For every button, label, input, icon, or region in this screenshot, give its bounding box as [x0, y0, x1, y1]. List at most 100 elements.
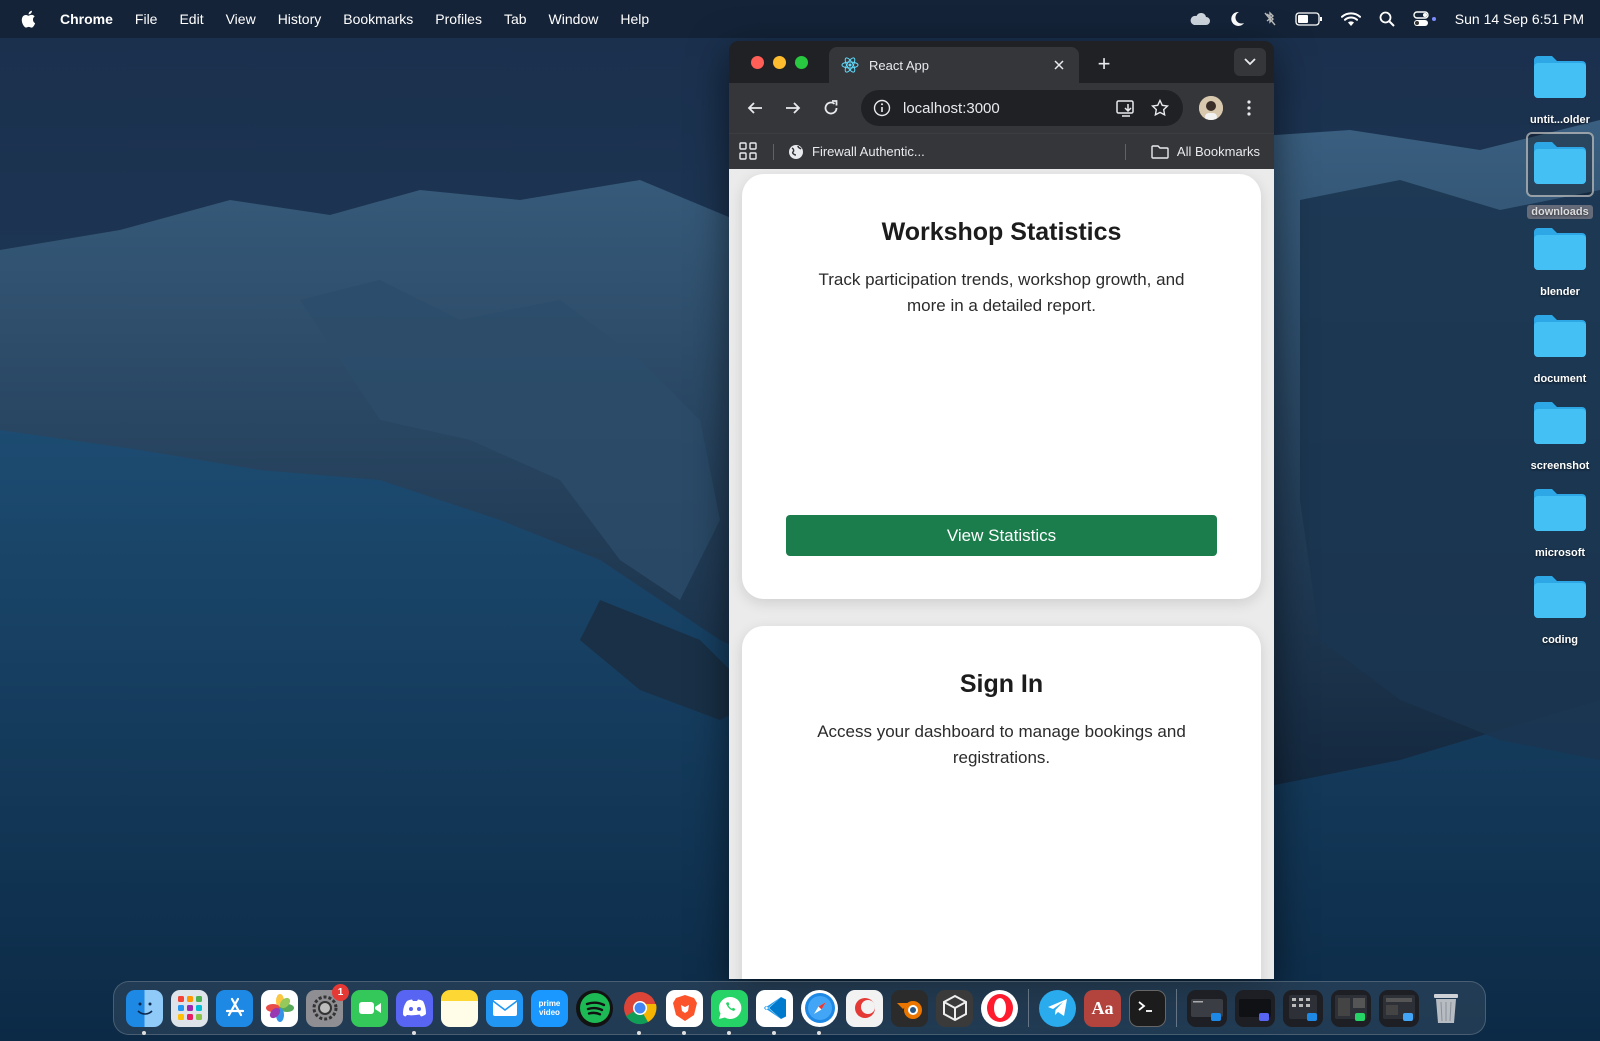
folder-icon [1534, 489, 1586, 531]
menu-bar: Chrome File Edit View History Bookmarks … [0, 0, 1600, 38]
menu-bookmarks[interactable]: Bookmarks [343, 11, 413, 27]
dock-divider [1028, 989, 1029, 1027]
more-menu-icon[interactable] [1237, 96, 1261, 120]
dictionary-icon[interactable]: Aa [1084, 989, 1121, 1027]
card-title: Sign In [959, 670, 1044, 698]
zoom-window-button[interactable] [795, 56, 808, 69]
dock-divider [1176, 989, 1177, 1027]
launchpad-icon[interactable] [171, 989, 208, 1027]
search-icon[interactable] [1379, 11, 1395, 27]
menu-clock[interactable]: Sun 14 Sep 6:51 PM [1455, 11, 1584, 27]
system-settings-icon[interactable]: 1 [306, 983, 349, 1027]
opera-icon[interactable] [981, 989, 1018, 1027]
forward-button[interactable] [777, 92, 809, 124]
telegram-icon[interactable] [1039, 989, 1076, 1027]
control-center-icon[interactable] [1413, 11, 1437, 27]
minimized-window-thumbnail[interactable] [1235, 989, 1275, 1027]
facetime-icon[interactable] [351, 989, 388, 1027]
spotify-icon[interactable] [576, 989, 613, 1027]
minimized-window-thumbnail[interactable] [1283, 989, 1323, 1027]
folder-downloads[interactable]: downloads [1520, 132, 1600, 219]
moon-icon[interactable] [1229, 11, 1245, 27]
address-bar[interactable]: localhost:3000 [861, 90, 1183, 126]
folder-microsoft[interactable]: microsoft [1520, 485, 1600, 560]
chevron-down-icon [1244, 58, 1256, 66]
bookmark-firewall[interactable]: Firewall Authentic... [788, 144, 925, 160]
install-app-icon[interactable] [1115, 97, 1137, 119]
folder-screenshot[interactable]: screenshot [1520, 398, 1600, 473]
folder-untitled[interactable]: untit...older [1520, 52, 1600, 127]
bookmarks-bar: Firewall Authentic... All Bookmarks [729, 133, 1274, 169]
window-controls [751, 56, 808, 69]
card-title: Workshop Statistics [881, 218, 1122, 246]
folder-label: blender [1540, 286, 1580, 298]
reload-button[interactable] [815, 92, 847, 124]
menu-help[interactable]: Help [620, 11, 649, 27]
safari-icon[interactable] [801, 989, 838, 1035]
folder-document[interactable]: document [1520, 311, 1600, 386]
photos-icon[interactable] [261, 989, 298, 1027]
mail-icon[interactable] [486, 989, 523, 1027]
profile-avatar[interactable] [1199, 96, 1223, 120]
terminal-icon[interactable] [1129, 989, 1166, 1027]
new-tab-button[interactable]: + [1091, 51, 1117, 77]
unity-icon[interactable] [936, 989, 973, 1027]
battery-icon[interactable] [1295, 12, 1323, 26]
minimize-window-button[interactable] [773, 56, 786, 69]
bluetooth-off-icon[interactable] [1263, 11, 1277, 27]
vscode-icon[interactable] [756, 989, 793, 1035]
menu-chrome[interactable]: Chrome [60, 11, 113, 27]
star-icon[interactable] [1149, 97, 1171, 119]
discord-icon[interactable] [396, 989, 433, 1035]
tab-search-button[interactable] [1234, 48, 1266, 76]
chrome-window: React App + localhost:3000 Firewall Auth… [729, 41, 1274, 979]
whatsapp-icon[interactable] [711, 989, 748, 1035]
notes-icon[interactable] [441, 989, 478, 1027]
folder-icon [1534, 315, 1586, 357]
prime-video-icon[interactable]: prime video [531, 989, 568, 1027]
menu-window[interactable]: Window [549, 11, 599, 27]
menu-view[interactable]: View [226, 11, 256, 27]
apps-grid-icon[interactable] [739, 141, 759, 162]
menu-tab[interactable]: Tab [504, 11, 527, 27]
close-tab-icon[interactable] [1051, 57, 1067, 73]
cloud-icon[interactable] [1189, 12, 1211, 26]
folder-icon [1534, 576, 1586, 618]
apple-logo-icon[interactable] [20, 10, 38, 28]
view-statistics-button[interactable]: View Statistics [786, 515, 1217, 556]
menu-profiles[interactable]: Profiles [435, 11, 482, 27]
folder-label: coding [1541, 634, 1579, 646]
trash-icon[interactable] [1427, 990, 1464, 1027]
card-description: Track participation trends, workshop gro… [818, 270, 1185, 315]
all-bookmarks-button[interactable]: All Bookmarks [1151, 134, 1260, 169]
brave-icon[interactable] [666, 989, 703, 1035]
bookmarks-divider [773, 143, 774, 160]
wifi-icon[interactable] [1340, 11, 1361, 27]
minimized-window-thumbnail[interactable] [1331, 989, 1371, 1027]
close-window-button[interactable] [751, 56, 764, 69]
site-info-icon[interactable] [873, 99, 891, 117]
blender-icon[interactable] [891, 989, 928, 1027]
menu-file[interactable]: File [135, 11, 158, 27]
folder-blender[interactable]: blender [1520, 224, 1600, 299]
menu-history[interactable]: History [278, 11, 322, 27]
app-store-icon[interactable] [216, 989, 253, 1027]
notification-badge: 1 [332, 983, 349, 1001]
tab-react-app[interactable]: React App [829, 47, 1079, 83]
minimized-window-thumbnail[interactable] [1187, 989, 1227, 1027]
folder-label: document [1533, 373, 1587, 385]
folder-icon [1534, 228, 1586, 270]
react-icon [841, 56, 859, 74]
folder-outline-icon [1151, 144, 1169, 159]
all-bookmarks-label: All Bookmarks [1176, 144, 1260, 159]
minimized-window-thumbnail[interactable] [1379, 989, 1419, 1027]
arrow-right-icon [786, 102, 801, 114]
menu-edit[interactable]: Edit [179, 11, 203, 27]
sign-in-card: Sign In Access your dashboard to manage … [742, 626, 1261, 979]
folder-coding[interactable]: coding [1520, 572, 1600, 647]
chrome-icon[interactable] [621, 990, 658, 1035]
toolbox-icon[interactable] [846, 989, 883, 1027]
folder-icon [1534, 402, 1586, 444]
finder-icon[interactable] [126, 989, 163, 1035]
back-button[interactable] [739, 92, 771, 124]
